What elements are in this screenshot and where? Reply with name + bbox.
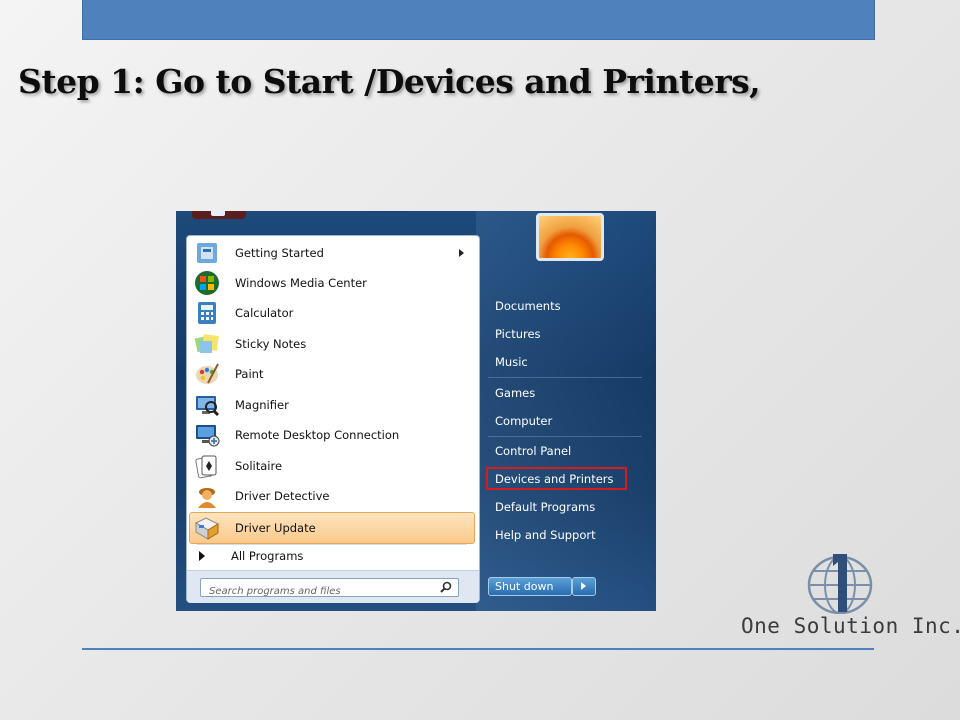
program-magnifier[interactable]: Magnifier [190, 390, 474, 420]
program-label: Driver Update [235, 521, 316, 535]
chevron-right-icon [581, 582, 586, 590]
shutdown-label: Shut down [495, 580, 554, 593]
all-programs-label: All Programs [231, 549, 304, 563]
search-area [187, 570, 479, 603]
program-sticky-notes[interactable]: Sticky Notes [190, 329, 474, 359]
right-item-music[interactable]: Music [495, 355, 528, 369]
company-logo-text: One Solution Inc. [741, 614, 960, 638]
program-paint[interactable]: Paint [190, 359, 474, 389]
driver-detective-icon [194, 483, 220, 509]
header-bar [82, 0, 875, 40]
program-calculator[interactable]: Calculator [190, 298, 474, 328]
search-box[interactable] [200, 578, 459, 600]
right-item-help-and-support[interactable]: Help and Support [495, 528, 596, 542]
submenu-arrow-icon[interactable] [459, 249, 464, 257]
program-solitaire[interactable]: Solitaire [190, 451, 474, 481]
program-label: Paint [235, 367, 264, 381]
paint-palette-icon [194, 361, 220, 387]
shutdown-button[interactable]: Shut down [488, 577, 572, 596]
right-item-games[interactable]: Games [495, 386, 535, 400]
program-driver-detective[interactable]: Driver Detective [190, 481, 474, 511]
getting-started-icon [194, 240, 220, 266]
remote-desktop-icon [194, 422, 220, 448]
taskbar-corner-button [192, 211, 246, 219]
magnifier-icon [194, 392, 220, 418]
driver-update-icon [194, 515, 220, 541]
program-label: Remote Desktop Connection [235, 428, 400, 442]
sticky-notes-icon [194, 331, 220, 357]
media-center-icon [194, 270, 220, 296]
program-remote-desktop[interactable]: Remote Desktop Connection [190, 420, 474, 450]
program-getting-started[interactable]: Getting Started [190, 238, 474, 268]
programs-pane: Getting Started Windows Media Center Cal… [186, 235, 480, 603]
right-divider [488, 377, 642, 378]
divider [197, 544, 467, 545]
right-item-default-programs[interactable]: Default Programs [495, 500, 595, 514]
program-label: Getting Started [235, 246, 324, 260]
shutdown-options-button[interactable] [572, 577, 596, 596]
search-icon[interactable] [440, 581, 452, 593]
right-item-control-panel[interactable]: Control Panel [495, 444, 571, 458]
search-input[interactable] [207, 583, 431, 600]
right-item-pictures[interactable]: Pictures [495, 327, 541, 341]
program-driver-update[interactable]: Driver Update [189, 512, 475, 544]
solitaire-icon [194, 453, 220, 479]
program-label: Driver Detective [235, 489, 330, 503]
right-item-computer[interactable]: Computer [495, 414, 552, 428]
right-item-documents[interactable]: Documents [495, 299, 561, 313]
program-label: Solitaire [235, 459, 283, 473]
right-divider [488, 436, 642, 437]
calculator-icon [194, 300, 220, 326]
program-label: Magnifier [235, 398, 289, 412]
window-icon [211, 211, 225, 216]
expand-arrow-icon [199, 551, 205, 561]
program-windows-media-center[interactable]: Windows Media Center [190, 268, 474, 298]
all-programs-item[interactable]: All Programs [193, 546, 473, 568]
globe-logo-icon [807, 554, 873, 614]
program-label: Sticky Notes [235, 337, 307, 351]
footer-line [82, 648, 874, 650]
user-avatar[interactable] [536, 213, 604, 261]
program-label: Windows Media Center [235, 276, 367, 290]
highlight-box [486, 467, 627, 490]
program-label: Calculator [235, 306, 294, 320]
right-pane-glow [476, 211, 656, 611]
slide-title: Step 1: Go to Start /Devices and Printer… [18, 62, 761, 101]
start-menu-screenshot: Getting Started Windows Media Center Cal… [176, 211, 656, 611]
